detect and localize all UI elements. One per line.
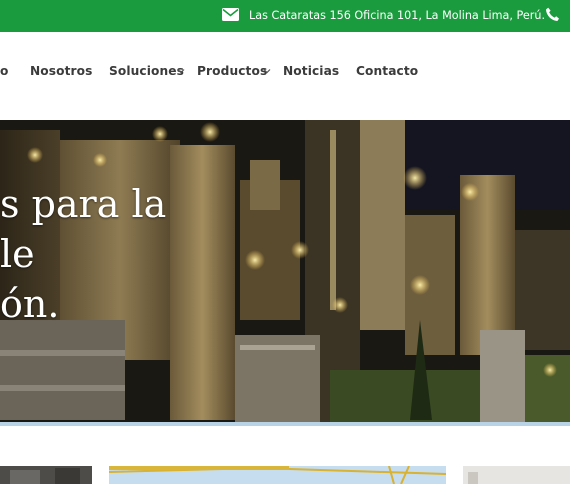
chevron-down-icon[interactable] [263, 67, 271, 75]
industrial-plant-image [0, 120, 570, 422]
hero-headline-line-3: ón. [0, 282, 60, 326]
card-image-1[interactable] [0, 466, 92, 484]
nav-item-contacto[interactable]: Contacto [356, 64, 418, 78]
card-image-1-photo [0, 466, 92, 484]
card-image-3-photo [463, 466, 570, 484]
nav-item-noticias[interactable]: Noticias [283, 64, 339, 78]
main-navigation: o Nosotros Soluciones Productos Noticias… [0, 32, 570, 120]
address-text: Las Cataratas 156 Oficina 101, La Molina… [249, 9, 545, 22]
hero-headline-line-2: le [0, 232, 35, 276]
top-info-bar: Las Cataratas 156 Oficina 101, La Molina… [0, 0, 570, 32]
chevron-down-icon[interactable] [177, 67, 185, 75]
nav-item-soluciones[interactable]: Soluciones [109, 64, 184, 78]
card-image-2[interactable] [109, 466, 446, 484]
phone-icon[interactable] [545, 7, 560, 22]
nav-item-nosotros[interactable]: Nosotros [30, 64, 92, 78]
hero-banner: s para la le ón. [0, 120, 570, 422]
nav-item-inicio[interactable]: o [0, 64, 8, 78]
card-image-3[interactable] [463, 466, 570, 484]
hero-bottom-divider [0, 422, 570, 426]
card-image-2-photo [109, 466, 446, 484]
nav-item-productos[interactable]: Productos [197, 64, 267, 78]
envelope-icon [222, 8, 239, 21]
hero-headline-line-1: s para la [0, 182, 167, 226]
